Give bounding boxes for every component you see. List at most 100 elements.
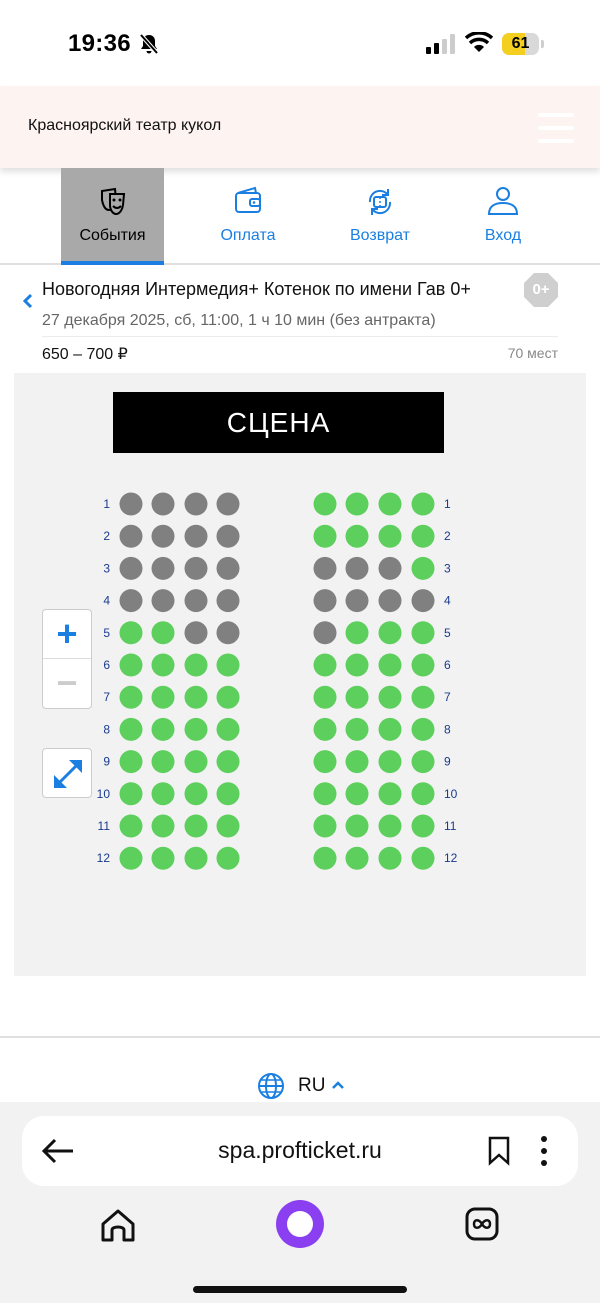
seat-left-row-7-seat-4[interactable]	[216, 685, 240, 709]
seat-right-row-2-seat-3[interactable]	[378, 524, 402, 548]
seat-left-row-10-seat-2[interactable]	[151, 782, 175, 806]
seat-right-row-6-seat-3[interactable]	[378, 653, 402, 677]
seat-right-row-11-seat-2[interactable]	[345, 814, 369, 838]
seat-left-row-11-seat-2[interactable]	[151, 814, 175, 838]
seat-left-row-10-seat-1[interactable]	[119, 782, 143, 806]
seat-left-row-12-seat-3[interactable]	[184, 846, 208, 870]
seat-right-row-1-seat-4[interactable]	[411, 492, 435, 516]
seat-right-row-10-seat-3[interactable]	[378, 782, 402, 806]
seat-left-row-7-seat-3[interactable]	[184, 685, 208, 709]
tab-label: Возврат	[350, 227, 410, 244]
row-label-right: 9	[444, 755, 451, 769]
chevron-left-icon[interactable]	[22, 293, 34, 309]
seat-right-row-10-seat-4[interactable]	[411, 782, 435, 806]
seat-right-row-9-seat-2[interactable]	[345, 750, 369, 774]
alice-icon[interactable]	[276, 1200, 324, 1248]
home-indicator[interactable]	[193, 1286, 407, 1293]
seat-left-row-6-seat-2[interactable]	[151, 653, 175, 677]
seat-right-row-6-seat-4[interactable]	[411, 653, 435, 677]
seat-right-row-1-seat-1[interactable]	[313, 492, 337, 516]
tab-payment[interactable]: Оплата	[198, 168, 298, 265]
tab-refund[interactable]: Возврат	[330, 168, 430, 265]
seat-right-row-1-seat-2[interactable]	[345, 492, 369, 516]
seat-right-row-8-seat-1[interactable]	[313, 717, 337, 741]
seat-left-row-9-seat-4[interactable]	[216, 750, 240, 774]
seat-right-row-10-seat-1[interactable]	[313, 782, 337, 806]
seat-right-row-8-seat-4[interactable]	[411, 717, 435, 741]
address-bar[interactable]: spa.profticket.ru	[22, 1116, 578, 1186]
seat-right-row-7-seat-3[interactable]	[378, 685, 402, 709]
seat-right-row-12-seat-1[interactable]	[313, 846, 337, 870]
fullscreen-button[interactable]	[42, 748, 92, 798]
seat-right-row-8-seat-3[interactable]	[378, 717, 402, 741]
seat-right-row-8-seat-2[interactable]	[345, 717, 369, 741]
seat-left-row-6-seat-4[interactable]	[216, 653, 240, 677]
seat-right-row-12-seat-3[interactable]	[378, 846, 402, 870]
tabs-icon[interactable]	[465, 1207, 499, 1241]
seat-right-row-4-seat-1	[313, 589, 337, 613]
tab-events[interactable]: События	[61, 168, 164, 265]
seat-right-row-9-seat-4[interactable]	[411, 750, 435, 774]
theater-name[interactable]: Красноярский театр кукол	[28, 117, 221, 135]
seat-left-row-8-seat-4[interactable]	[216, 717, 240, 741]
seat-right-row-11-seat-3[interactable]	[378, 814, 402, 838]
seat-right-row-11-seat-4[interactable]	[411, 814, 435, 838]
seat-left-row-11-seat-3[interactable]	[184, 814, 208, 838]
seat-right-row-10-seat-2[interactable]	[345, 782, 369, 806]
zoom-in-button[interactable]: +	[43, 610, 91, 659]
seat-left-row-7-seat-1[interactable]	[119, 685, 143, 709]
seat-right-row-2-seat-1[interactable]	[313, 524, 337, 548]
seat-right-row-6-seat-2[interactable]	[345, 653, 369, 677]
seat-map[interactable]: 1 1 2 2 3 3 4 4 5 5 6 6 7 7 8 8 9 9 10 10 11 11 12 12 СЦЕНА + −	[14, 373, 586, 976]
seat-right-row-7-seat-2[interactable]	[345, 685, 369, 709]
status-time: 19:36	[68, 30, 131, 57]
seat-left-row-9-seat-3[interactable]	[184, 750, 208, 774]
tab-login[interactable]: Вход	[453, 168, 553, 265]
seat-right-row-7-seat-1[interactable]	[313, 685, 337, 709]
seat-right-row-5-seat-3[interactable]	[378, 621, 402, 645]
seat-left-row-6-seat-1[interactable]	[119, 653, 143, 677]
seat-left-row-1-seat-3	[184, 492, 208, 516]
bookmark-icon[interactable]	[487, 1136, 511, 1166]
seat-right-row-3-seat-4[interactable]	[411, 556, 435, 580]
age-rating-badge: 0+	[524, 273, 558, 307]
more-icon[interactable]	[537, 1134, 551, 1168]
seat-right-row-2-seat-2[interactable]	[345, 524, 369, 548]
seat-right-row-11-seat-1[interactable]	[313, 814, 337, 838]
seat-right-row-12-seat-4[interactable]	[411, 846, 435, 870]
seat-left-row-8-seat-1[interactable]	[119, 717, 143, 741]
seat-left-row-8-seat-2[interactable]	[151, 717, 175, 741]
row-label-right: 3	[444, 561, 451, 575]
seat-right-row-7-seat-4[interactable]	[411, 685, 435, 709]
seat-left-row-11-seat-1[interactable]	[119, 814, 143, 838]
seat-left-row-3-seat-2	[151, 556, 175, 580]
seat-left-row-12-seat-4[interactable]	[216, 846, 240, 870]
battery-icon: 61	[502, 33, 544, 55]
seat-left-row-12-seat-2[interactable]	[151, 846, 175, 870]
seat-left-row-9-seat-1[interactable]	[119, 750, 143, 774]
seat-left-row-9-seat-2[interactable]	[151, 750, 175, 774]
signal-icon	[426, 34, 455, 54]
seat-right-row-5-seat-4[interactable]	[411, 621, 435, 645]
seat-left-row-5-seat-1[interactable]	[119, 621, 143, 645]
seat-left-row-5-seat-2[interactable]	[151, 621, 175, 645]
seat-right-row-12-seat-2[interactable]	[345, 846, 369, 870]
seat-left-row-12-seat-1[interactable]	[119, 846, 143, 870]
seat-left-row-7-seat-2[interactable]	[151, 685, 175, 709]
seat-right-row-4-seat-2	[345, 589, 369, 613]
seat-right-row-9-seat-3[interactable]	[378, 750, 402, 774]
seat-left-row-10-seat-4[interactable]	[216, 782, 240, 806]
seat-left-row-1-seat-1	[119, 492, 143, 516]
seat-right-row-5-seat-2[interactable]	[345, 621, 369, 645]
seat-left-row-6-seat-3[interactable]	[184, 653, 208, 677]
seat-right-row-9-seat-1[interactable]	[313, 750, 337, 774]
hamburger-menu-icon[interactable]	[538, 113, 574, 143]
seat-left-row-11-seat-4[interactable]	[216, 814, 240, 838]
seat-right-row-6-seat-1[interactable]	[313, 653, 337, 677]
zoom-out-button[interactable]: −	[43, 659, 91, 708]
seat-left-row-8-seat-3[interactable]	[184, 717, 208, 741]
seat-right-row-2-seat-4[interactable]	[411, 524, 435, 548]
home-icon[interactable]	[98, 1206, 138, 1246]
seat-right-row-1-seat-3[interactable]	[378, 492, 402, 516]
seat-left-row-10-seat-3[interactable]	[184, 782, 208, 806]
